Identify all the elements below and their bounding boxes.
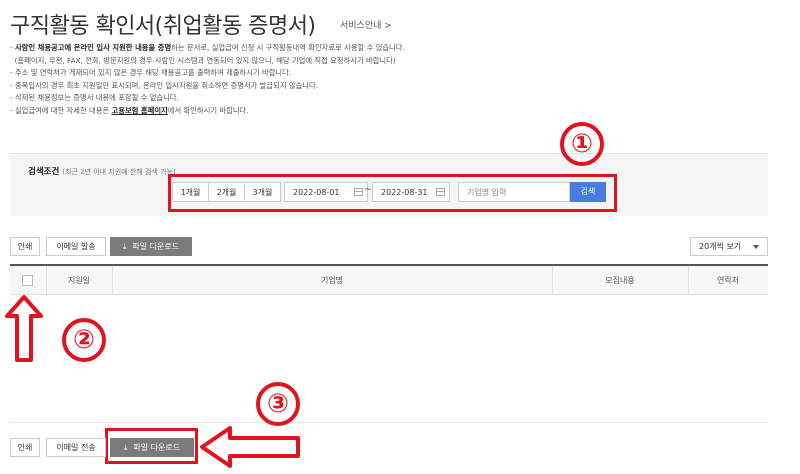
per-page-select[interactable]: 20개씩 보기 [690,237,768,256]
annotation-step-1: ① [560,122,604,166]
file-download-button[interactable]: ⤓ 파일 다운로드 [110,237,192,256]
column-header-company: 기업명 [320,276,344,285]
notice-item: - 중복입사의 경우 최초 지원일만 표시되며, 온라인 입사지원을 취소하면 … [10,80,319,90]
download-icon: ⤓ [122,242,127,251]
notice-item: - 삭제된 채용정보는 증명서 내용에 포함될 수 없습니다. [10,93,179,103]
file-download-button[interactable]: ⤓ 파일 다운로드 [110,438,194,457]
print-button[interactable]: 인쇄 [10,438,40,457]
chevron-down-icon [753,245,759,249]
email-send-button[interactable]: 이메일 발송 [46,237,106,256]
divider [10,422,768,423]
column-header-recruit: 모집내용 [605,276,635,285]
column-header-contact: 연락처 [716,276,740,285]
annotation-step-2: ② [62,318,106,362]
column-header-date: 지원일 [67,276,91,285]
notice-list: - 사람인 채용공고에 온라인 입사 지원한 내용을 증명하는 문서로, 실업급… [10,42,405,118]
employment-insurance-link[interactable]: 고용보험 홈페이지 [112,106,168,115]
table-header: 지원일 기업명 모집내용 연락처 [10,264,768,295]
print-button[interactable]: 인쇄 [10,237,40,256]
download-icon: ⤓ [123,443,128,452]
arrow-icon [200,426,300,468]
notice-item: (홈페이지, 우편, FAX, 전화, 방문지원의 경우 사람인 시스템과 연동… [14,55,396,65]
search-condition-label: 검색조건 (최근 2년 이내 지원에 한해 검색 가능) [28,167,176,177]
select-all-checkbox[interactable] [22,275,33,286]
arrow-icon [5,295,43,362]
search-condition-note: (최근 2년 이내 지원에 한해 검색 가능) [62,168,176,176]
notice-item: - 주소 및 연락처가 게재되어 있지 않은 경우 해당 채용공고를 출력하여 … [10,68,292,78]
notice-item: - 실업급여에 대한 자세한 내용은 고용보험 홈페이지에서 확인하시기 바랍니… [10,105,249,115]
page-title: 구직활동 확인서(취업활동 증명서) [10,14,316,39]
annotation-step-3: ③ [256,382,300,426]
email-send-button[interactable]: 이메일 전송 [46,438,106,457]
notice-item: - 사람인 채용공고에 온라인 입사 지원한 내용을 증명하는 문서로, 실업급… [10,43,405,52]
service-guide-link[interactable]: 서비스안내 > [340,18,392,31]
annotation-highlight-box [168,174,617,212]
